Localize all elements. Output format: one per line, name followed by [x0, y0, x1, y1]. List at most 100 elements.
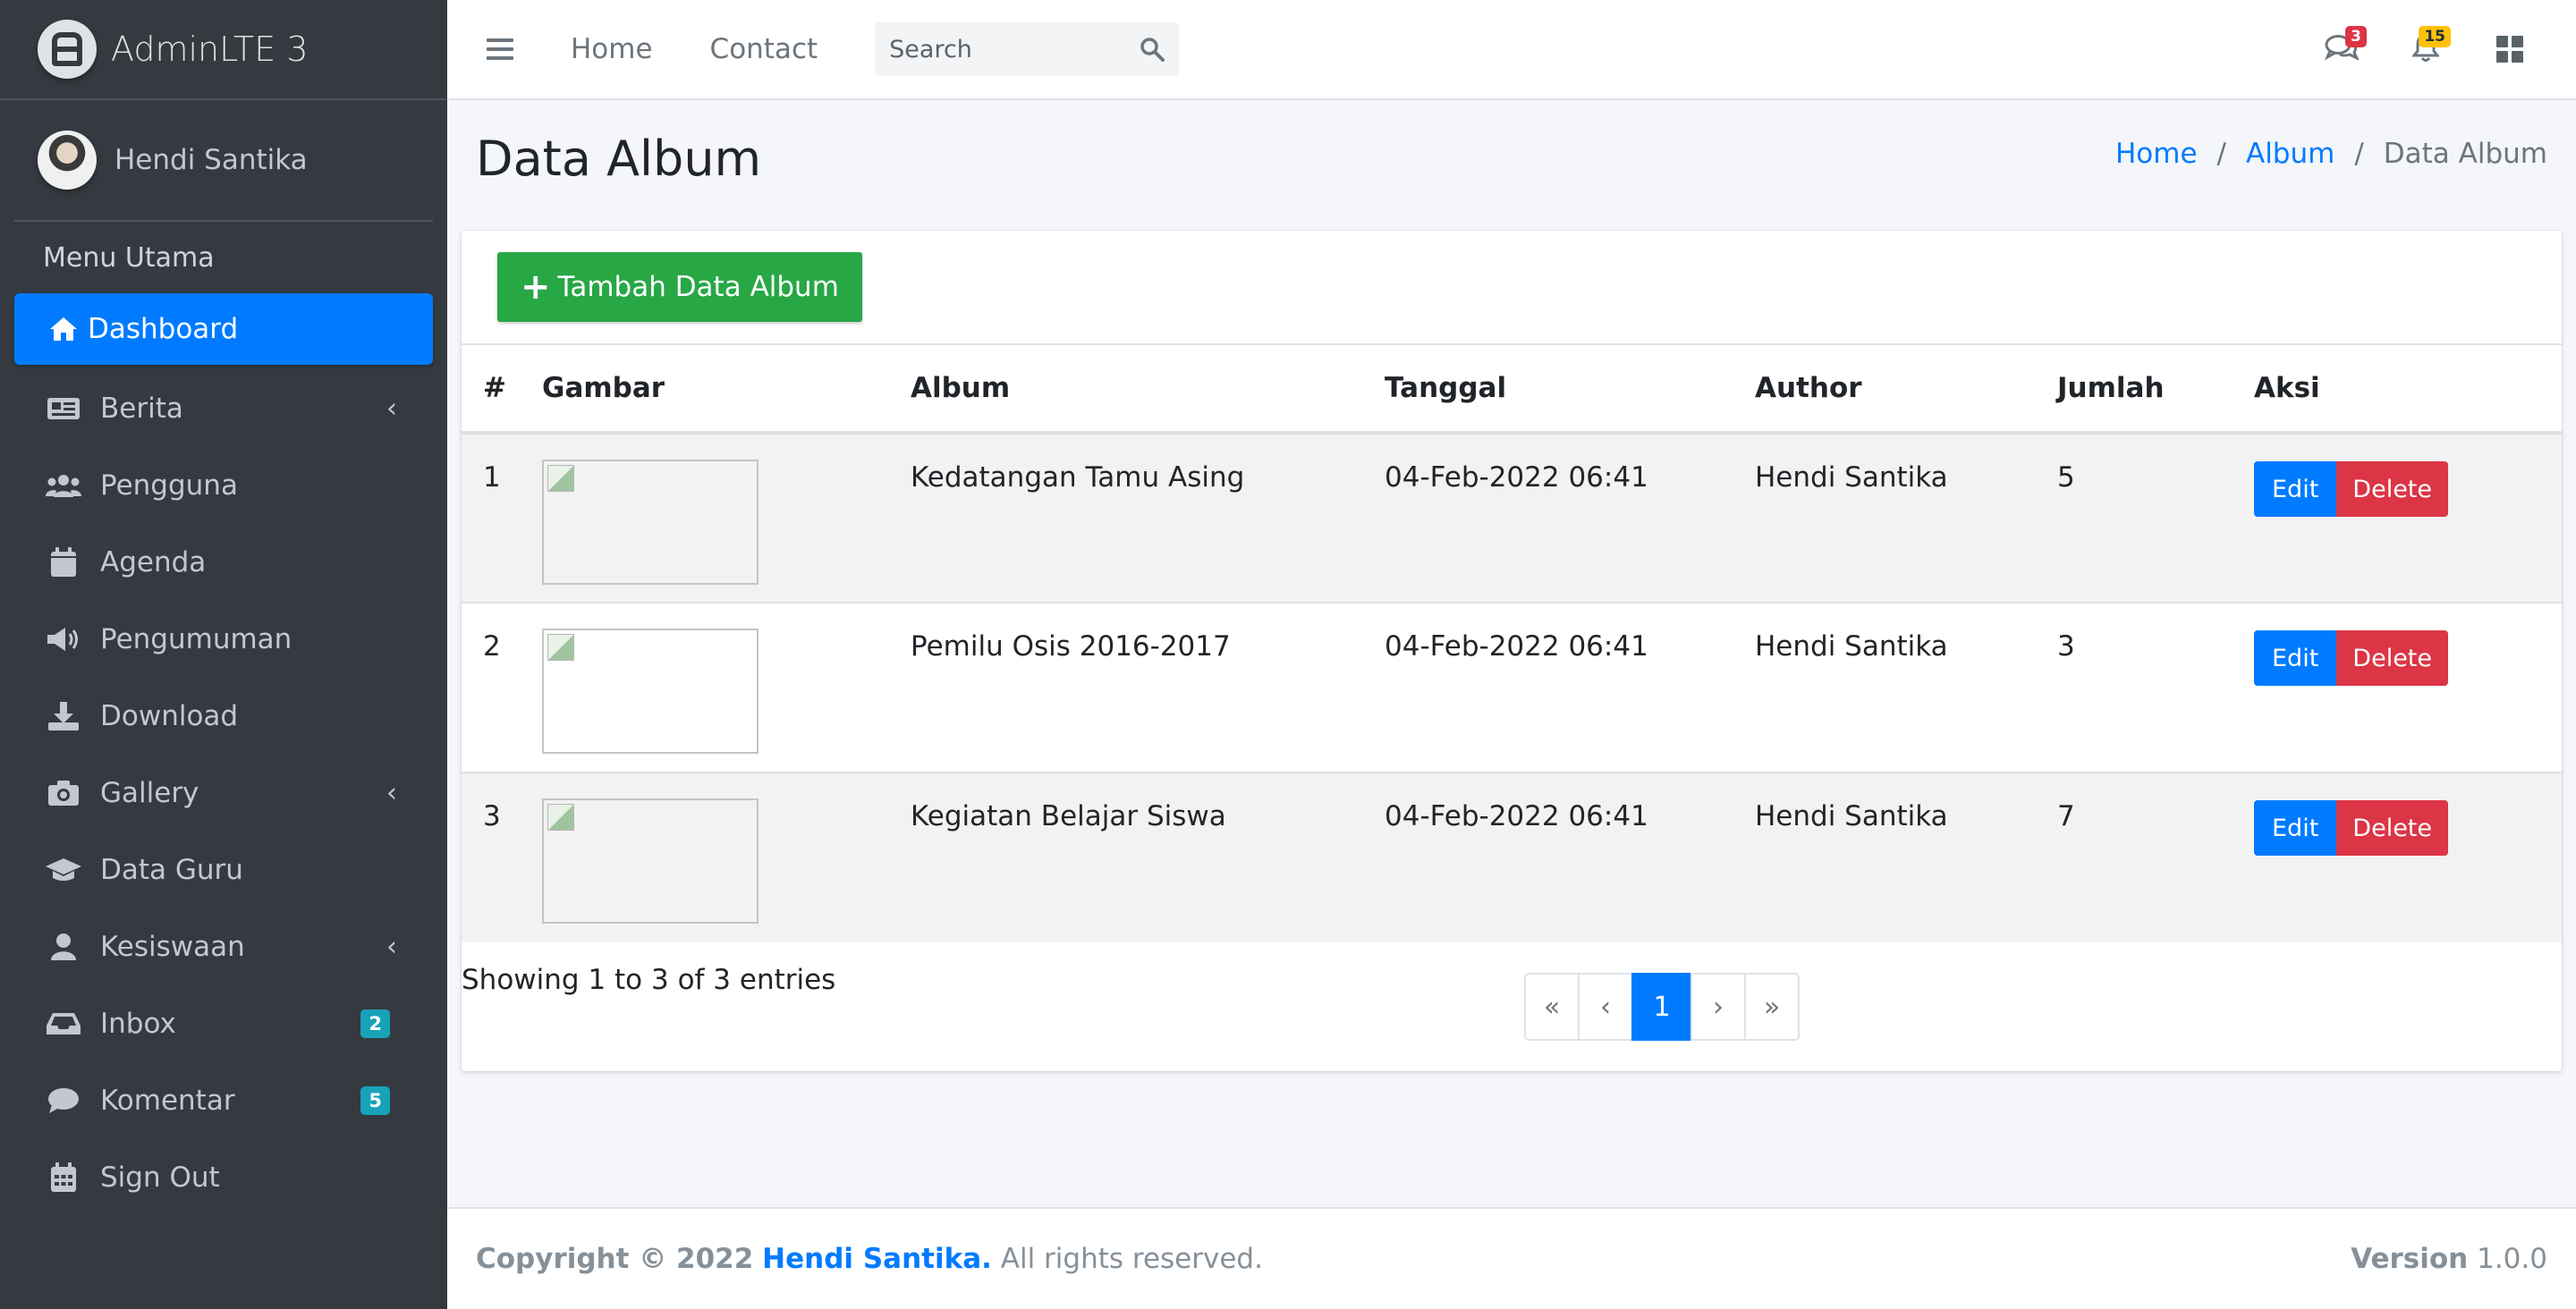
- sidebar-item-berita[interactable]: Berita ‹: [14, 370, 433, 447]
- search-box: [875, 22, 1180, 76]
- download-icon: [45, 700, 82, 732]
- delete-button[interactable]: Delete: [2336, 800, 2449, 856]
- komentar-badge: 5: [360, 1086, 390, 1115]
- sidebar-item-label: Komentar: [100, 1085, 235, 1117]
- breadcrumb-album[interactable]: Album: [2246, 138, 2334, 170]
- album-thumbnail[interactable]: [542, 798, 758, 924]
- cell-tanggal: 04-Feb-2022 06:41: [1385, 772, 1755, 942]
- brand-text: AdminLTE 3: [111, 30, 309, 69]
- comment-icon: [45, 1085, 82, 1117]
- table-header-row: # Gambar Album Tanggal Author Jumlah Aks…: [462, 345, 2562, 435]
- navbar-right: 3 15: [2284, 22, 2537, 76]
- footer-author-link[interactable]: Hendi Santika.: [762, 1243, 992, 1275]
- rights-text: All rights reserved.: [1000, 1243, 1263, 1275]
- graduation-cap-icon: [45, 854, 82, 886]
- pagination-page-1[interactable]: 1: [1631, 973, 1692, 1041]
- cell-aksi: Edit Delete: [2254, 432, 2562, 603]
- sidebar-item-label: Pengumuman: [100, 623, 292, 655]
- action-buttons: Edit Delete: [2254, 630, 2562, 686]
- user-name[interactable]: Hendi Santika: [114, 144, 308, 176]
- entries-info: Showing 1 to 3 of 3 entries: [462, 964, 836, 996]
- sidebar-item-dashboard[interactable]: Dashboard: [14, 293, 433, 365]
- sidebar-item-pengguna[interactable]: Pengguna: [14, 447, 433, 524]
- cell-aksi: Edit Delete: [2254, 602, 2562, 773]
- users-icon: [45, 469, 82, 502]
- chevron-left-icon: ‹: [386, 777, 397, 809]
- search-icon[interactable]: [1140, 37, 1165, 62]
- sidebar-item-label: Pengguna: [100, 469, 238, 502]
- sidebar-item-label: Inbox: [100, 1008, 176, 1040]
- sidebar-item-kesiswaan[interactable]: Kesiswaan ‹: [14, 908, 433, 985]
- newspaper-icon: [45, 393, 82, 425]
- sidebar-item-komentar[interactable]: Komentar 5: [14, 1062, 433, 1139]
- column-header-jumlah[interactable]: Jumlah: [2057, 345, 2254, 435]
- apps-button[interactable]: [2483, 22, 2537, 76]
- cell-album: Kegiatan Belajar Siswa: [911, 772, 1385, 942]
- cell-album: Kedatangan Tamu Asing: [911, 432, 1385, 603]
- cell-no: 1: [462, 432, 542, 603]
- sidebar-item-agenda[interactable]: Agenda: [14, 524, 433, 601]
- cell-author: Hendi Santika: [1755, 772, 2057, 942]
- pagination-previous[interactable]: ‹: [1578, 973, 1633, 1041]
- menu-toggle-icon[interactable]: [487, 38, 513, 60]
- messages-button[interactable]: 3: [2315, 22, 2368, 76]
- column-header-album[interactable]: Album: [911, 345, 1385, 435]
- pagination-last[interactable]: »: [1744, 973, 1800, 1041]
- add-album-button[interactable]: + Tambah Data Album: [497, 252, 862, 322]
- cell-gambar: [542, 602, 911, 773]
- cell-album: Pemilu Osis 2016-2017: [911, 602, 1385, 773]
- cell-aksi: Edit Delete: [2254, 772, 2562, 942]
- breadcrumb-home[interactable]: Home: [2115, 138, 2198, 170]
- cell-tanggal: 04-Feb-2022 06:41: [1385, 432, 1755, 603]
- brand-link[interactable]: AdminLTE 3: [0, 0, 447, 100]
- column-header-no[interactable]: #: [462, 345, 542, 435]
- sidebar-item-download[interactable]: Download: [14, 678, 433, 755]
- nav-link-home[interactable]: Home: [571, 33, 653, 65]
- megaphone-icon: [45, 623, 82, 655]
- table-row: 3 Kegiatan Belajar Siswa 04-Feb-2022 06:…: [462, 772, 2562, 942]
- column-header-gambar[interactable]: Gambar: [542, 345, 911, 435]
- cell-tanggal: 04-Feb-2022 06:41: [1385, 602, 1755, 773]
- sidebar-item-inbox[interactable]: Inbox 2: [14, 985, 433, 1062]
- brand-logo-icon: [38, 20, 97, 79]
- inbox-icon: [45, 1008, 82, 1040]
- chevron-left-icon: ‹: [386, 931, 397, 963]
- action-buttons: Edit Delete: [2254, 461, 2562, 517]
- sidebar-item-label: Gallery: [100, 777, 199, 809]
- nav-link-contact[interactable]: Contact: [710, 33, 818, 65]
- edit-button[interactable]: Edit: [2254, 630, 2337, 686]
- album-thumbnail[interactable]: [542, 460, 758, 585]
- sidebar-item-pengumuman[interactable]: Pengumuman: [14, 601, 433, 678]
- cell-jumlah: 5: [2057, 432, 2254, 603]
- grid-icon: [2496, 36, 2523, 63]
- column-header-tanggal[interactable]: Tanggal: [1385, 345, 1755, 435]
- album-thumbnail[interactable]: [542, 629, 758, 754]
- pagination-first[interactable]: «: [1524, 973, 1580, 1041]
- column-header-author[interactable]: Author: [1755, 345, 2057, 435]
- add-album-label: Tambah Data Album: [557, 271, 839, 303]
- pagination-next[interactable]: ›: [1690, 973, 1746, 1041]
- notifications-button[interactable]: 15: [2399, 22, 2453, 76]
- table-row: 1 Kedatangan Tamu Asing 04-Feb-2022 06:4…: [462, 432, 2562, 603]
- delete-button[interactable]: Delete: [2336, 630, 2449, 686]
- column-header-aksi[interactable]: Aksi: [2254, 345, 2562, 435]
- edit-button[interactable]: Edit: [2254, 461, 2337, 517]
- sidebar-item-label: Agenda: [100, 546, 207, 578]
- sidebar-item-data-guru[interactable]: Data Guru: [14, 832, 433, 908]
- calendar-icon: [45, 546, 82, 578]
- version-label: Version: [2351, 1243, 2469, 1275]
- sidebar-item-gallery[interactable]: Gallery ‹: [14, 755, 433, 832]
- search-input[interactable]: [889, 35, 1114, 63]
- sidebar-item-label: Kesiswaan: [100, 931, 245, 963]
- user-panel[interactable]: Hendi Santika: [14, 100, 433, 222]
- breadcrumb-current: Data Album: [2383, 138, 2547, 170]
- card-header: + Tambah Data Album: [462, 231, 2562, 345]
- pagination: « ‹ 1 › »: [1524, 973, 1800, 1041]
- avatar: [38, 131, 97, 190]
- messages-badge: 3: [2345, 26, 2367, 47]
- page-title: Data Album: [476, 131, 762, 187]
- sidebar-item-sign-out[interactable]: Sign Out: [14, 1139, 433, 1216]
- delete-button[interactable]: Delete: [2336, 461, 2449, 517]
- sidebar-item-label: Dashboard: [88, 313, 239, 345]
- edit-button[interactable]: Edit: [2254, 800, 2337, 856]
